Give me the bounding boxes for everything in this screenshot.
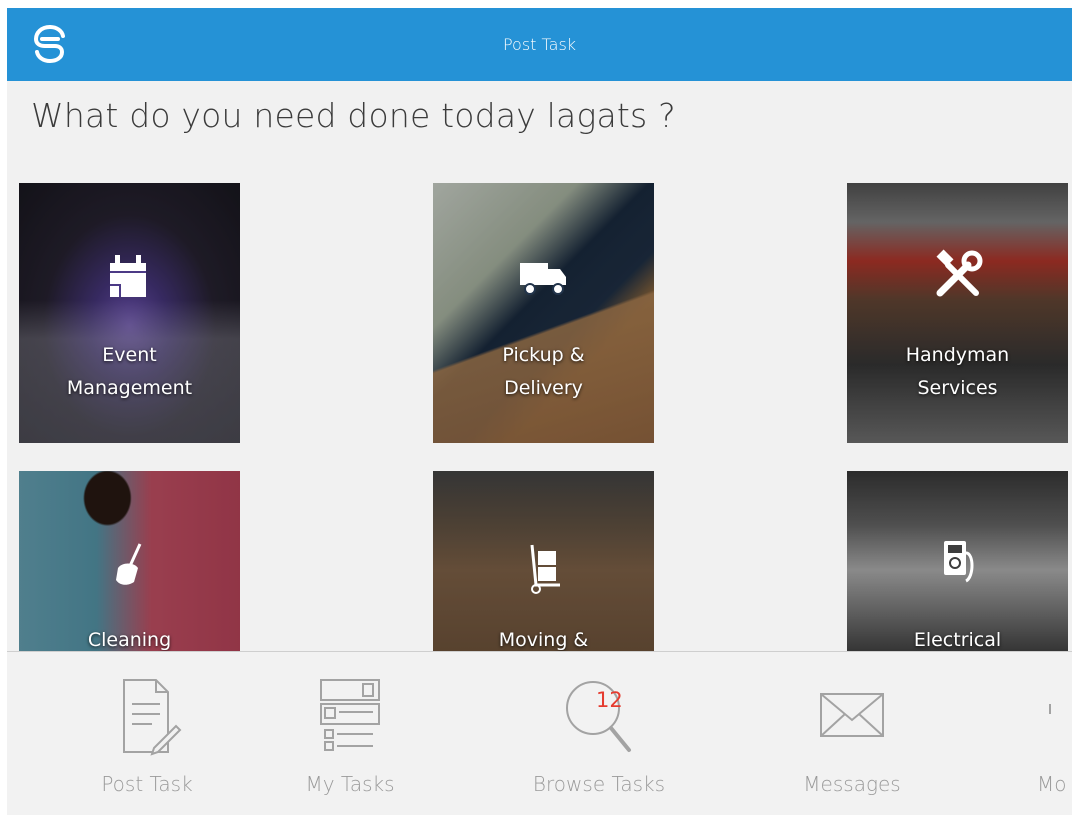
category-label: Electrical — [913, 629, 1002, 651]
tab-label: Browse Tasks — [532, 772, 666, 796]
browse-count-badge: 12 — [596, 688, 623, 712]
category-label: Pickup & — [502, 344, 585, 366]
top-app-bar: Post Task — [7, 8, 1072, 81]
tab-my-tasks[interactable]: My Tasks — [250, 652, 450, 815]
more-icon — [1049, 704, 1051, 714]
category-label: Cleaning — [87, 629, 172, 651]
category-label: Delivery — [504, 377, 583, 399]
magnifier-icon — [566, 681, 631, 752]
hand-truck-icon — [530, 544, 560, 594]
category-tile-electrical[interactable]: Electrical — [847, 471, 1068, 651]
category-label: Event — [102, 344, 157, 366]
tab-label: Messages — [803, 772, 901, 796]
tab-label: Mo — [1037, 772, 1067, 796]
tab-more[interactable]: Mo — [992, 652, 1072, 815]
calendar-icon — [109, 255, 146, 297]
category-label: Handyman — [905, 344, 1010, 366]
category-label: Management — [66, 377, 193, 399]
tools-icon — [936, 249, 982, 297]
multimeter-icon — [943, 541, 973, 583]
broom-icon — [115, 543, 141, 585]
category-tile-handyman-services[interactable]: Handyman Services — [847, 183, 1068, 443]
category-tile-moving[interactable]: Moving & — [433, 471, 654, 651]
category-tile-pickup-delivery[interactable]: Pickup & Delivery — [433, 183, 654, 443]
tab-browse-tasks[interactable]: 12 Browse Tasks — [499, 652, 699, 815]
page-title: Post Task — [502, 35, 577, 54]
truck-icon — [519, 263, 566, 295]
tab-label: My Tasks — [305, 772, 395, 796]
category-tile-cleaning[interactable]: Cleaning — [19, 471, 240, 651]
tab-messages[interactable]: Messages — [752, 652, 952, 815]
document-pencil-icon — [123, 679, 182, 756]
bottom-tab-bar: Post Task My Tasks 12 Browse Tasks Messa… — [7, 651, 1072, 815]
tab-post-task[interactable]: Post Task — [47, 652, 247, 815]
task-list-icon — [320, 679, 380, 751]
tab-label: Post Task — [101, 772, 193, 796]
envelope-icon — [820, 693, 884, 737]
category-label: Services — [917, 377, 998, 399]
category-label: Moving & — [498, 629, 589, 651]
prompt-heading: What do you need done today lagats ? — [31, 96, 676, 135]
app-window: Post Task What do you need done today la… — [7, 8, 1072, 815]
category-tile-event-management[interactable]: Event Management — [19, 183, 240, 443]
